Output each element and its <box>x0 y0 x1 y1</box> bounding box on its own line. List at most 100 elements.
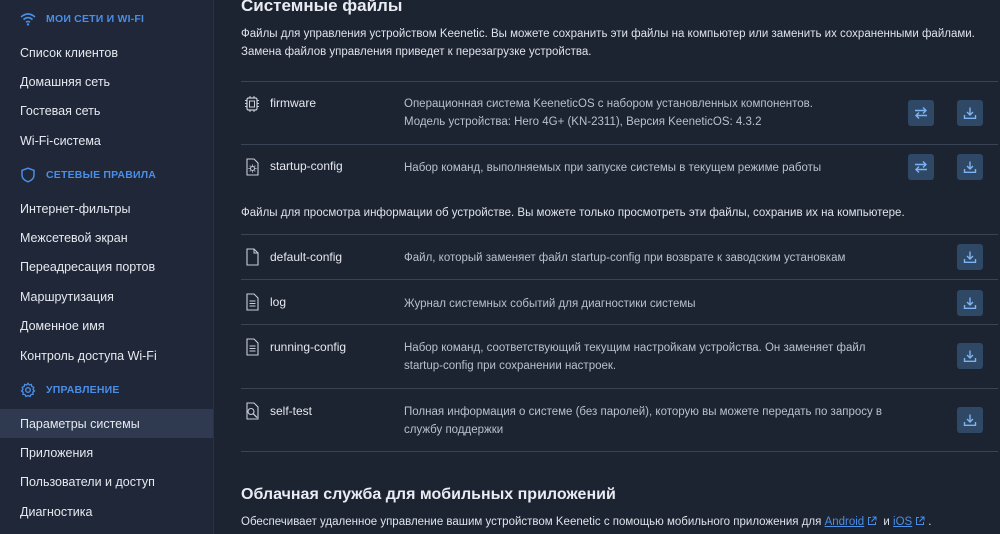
sidebar-item-label: Wi-Fi-система <box>20 133 101 148</box>
section-title-system-files: Системные файлы <box>241 0 403 15</box>
sidebar-item-label: Маршрутизация <box>20 289 114 304</box>
chip-icon <box>243 94 261 114</box>
file-description-line: Операционная система KeeneticOS с наборо… <box>404 98 813 110</box>
download-icon <box>963 350 977 362</box>
file-description: Файл, который заменяет файл startup-conf… <box>404 249 894 267</box>
file-description: Набор команд, выполняемых при запуске си… <box>404 159 894 177</box>
sidebar-section-management[interactable]: УПРАВЛЕНИЕ <box>0 375 213 405</box>
file-row-default-config: default-config Файл, который заменяет фа… <box>241 234 998 279</box>
sidebar-item-internet-filters[interactable]: Интернет-фильтры <box>0 194 213 223</box>
sidebar-section-title: СЕТЕВЫЕ ПРАВИЛА <box>46 169 157 181</box>
sidebar-item-label: Межсетевой экран <box>20 231 128 246</box>
download-icon <box>963 251 977 263</box>
download-button[interactable] <box>957 407 983 433</box>
replace-button[interactable] <box>908 100 934 126</box>
file-name: startup-config <box>270 159 343 173</box>
external-link-icon <box>867 514 877 525</box>
sidebar-item-users-access[interactable]: Пользователи и доступ <box>0 468 213 497</box>
file-description: Набор команд, соответствующий текущим на… <box>404 339 894 375</box>
sidebar-item-label: Гостевая сеть <box>20 104 101 119</box>
sidebar: МОИ СЕТИ И WI-FI Список клиентов Домашня… <box>0 0 214 534</box>
swap-icon <box>915 161 927 173</box>
sidebar-item-port-forwarding[interactable]: Переадресация портов <box>0 253 213 282</box>
file-name: firmware <box>270 96 317 110</box>
main-content: Системные файлы Файлы для управления уст… <box>214 0 1000 534</box>
file-row-startup-config: startup-config Набор команд, выполняемых… <box>241 144 998 190</box>
sidebar-item-label: Доменное имя <box>20 319 105 334</box>
file-row-self-test: self-test Полная информация о системе (б… <box>241 388 998 451</box>
ios-link[interactable]: iOS <box>893 516 912 528</box>
sidebar-item-wifi-system[interactable]: Wi-Fi-система <box>0 126 213 155</box>
sidebar-item-label: Приложения <box>20 446 94 461</box>
download-button[interactable] <box>957 343 983 369</box>
sidebar-section-title: УПРАВЛЕНИЕ <box>46 384 120 396</box>
sidebar-item-label: Домашняя сеть <box>20 75 111 90</box>
file-lines-icon <box>243 292 261 312</box>
external-link-icon <box>915 514 925 525</box>
sidebar-item-guest-network[interactable]: Гостевая сеть <box>0 97 213 126</box>
cloud-text: . <box>928 516 932 528</box>
replace-button[interactable] <box>908 154 934 180</box>
file-row-log: log Журнал системных событий для диагнос… <box>241 279 998 324</box>
file-description-line: Файл, который заменяет файл startup-conf… <box>404 252 846 264</box>
file-name: running-config <box>270 340 347 354</box>
download-icon <box>963 414 977 426</box>
file-description-line: Набор команд, выполняемых при запуске си… <box>404 162 822 174</box>
gear-file-icon <box>243 157 261 177</box>
android-link[interactable]: Android <box>825 516 865 528</box>
sidebar-section-title: МОИ СЕТИ И WI-FI <box>46 13 145 25</box>
sidebar-item-clients[interactable]: Список клиентов <box>0 38 213 67</box>
file-description-line: Набор команд, соответствующий текущим на… <box>404 342 866 354</box>
download-icon <box>963 297 977 309</box>
section-title-cloud: Облачная служба для мобильных приложений <box>241 486 616 503</box>
gear-icon <box>20 382 36 398</box>
file-description-line: Журнал системных событий для диагностики… <box>404 298 696 310</box>
description-line: Замена файлов управления приведет к пере… <box>241 46 592 58</box>
wifi-icon <box>20 11 36 27</box>
sidebar-item-domain-name[interactable]: Доменное имя <box>0 312 213 341</box>
file-description: Журнал системных событий для диагностики… <box>404 295 894 313</box>
file-name: self-test <box>270 404 313 418</box>
download-button[interactable] <box>957 100 983 126</box>
cloud-description: Обеспечивает удаленное управление вашим … <box>241 513 931 531</box>
download-icon <box>963 161 977 173</box>
download-button[interactable] <box>957 154 983 180</box>
sidebar-item-home-network[interactable]: Домашняя сеть <box>0 67 213 96</box>
file-name: log <box>270 295 287 309</box>
sidebar-item-diagnostics[interactable]: Диагностика <box>0 497 213 526</box>
file-icon <box>243 247 261 267</box>
shield-icon <box>20 167 36 183</box>
app-window: МОИ СЕТИ И WI-FI Список клиентов Домашня… <box>0 0 1000 534</box>
view-files-description: Файлы для просмотра информации об устрой… <box>241 207 905 219</box>
sidebar-item-label: Диагностика <box>20 504 93 519</box>
sidebar-item-label: Пользователи и доступ <box>20 475 155 490</box>
file-name: default-config <box>270 250 343 264</box>
sidebar-item-label: Переадресация портов <box>20 260 156 275</box>
sidebar-item-label: Список клиентов <box>20 45 118 60</box>
cloud-text: и <box>883 516 890 528</box>
sidebar-section-networks[interactable]: МОИ СЕТИ И WI-FI <box>0 4 213 34</box>
sidebar-item-label: Контроль доступа Wi-Fi <box>20 348 157 363</box>
description-line: Файлы для управления устройством Keeneti… <box>241 28 975 40</box>
file-row-running-config: running-config Набор команд, соответству… <box>241 324 998 388</box>
file-row-firmware: firmware Операционная система KeeneticOS… <box>241 81 998 144</box>
file-description-line: Полная информация о системе (без паролей… <box>404 406 883 418</box>
file-search-icon <box>243 401 261 421</box>
download-button[interactable] <box>957 290 983 316</box>
sidebar-item-firewall[interactable]: Межсетевой экран <box>0 223 213 252</box>
file-lines-icon <box>243 337 261 357</box>
divider <box>241 451 998 452</box>
download-icon <box>963 107 977 119</box>
sidebar-section-rules[interactable]: СЕТЕВЫЕ ПРАВИЛА <box>0 160 213 190</box>
sidebar-item-applications[interactable]: Приложения <box>0 438 213 467</box>
sidebar-item-system-settings[interactable]: Параметры системы <box>0 409 213 439</box>
file-description-line: Модель устройства: Hero 4G+ (KN-2311), В… <box>404 116 762 128</box>
file-description: Операционная система KeeneticOS с наборо… <box>404 95 894 131</box>
cloud-text: Обеспечивает удаленное управление вашим … <box>241 516 822 528</box>
file-description-line: службу поддержки <box>404 424 504 436</box>
download-button[interactable] <box>957 244 983 270</box>
sidebar-item-routing[interactable]: Маршрутизация <box>0 282 213 311</box>
file-description: Полная информация о системе (без паролей… <box>404 403 894 439</box>
swap-icon <box>915 107 927 119</box>
sidebar-item-wifi-access-control[interactable]: Контроль доступа Wi-Fi <box>0 341 213 370</box>
